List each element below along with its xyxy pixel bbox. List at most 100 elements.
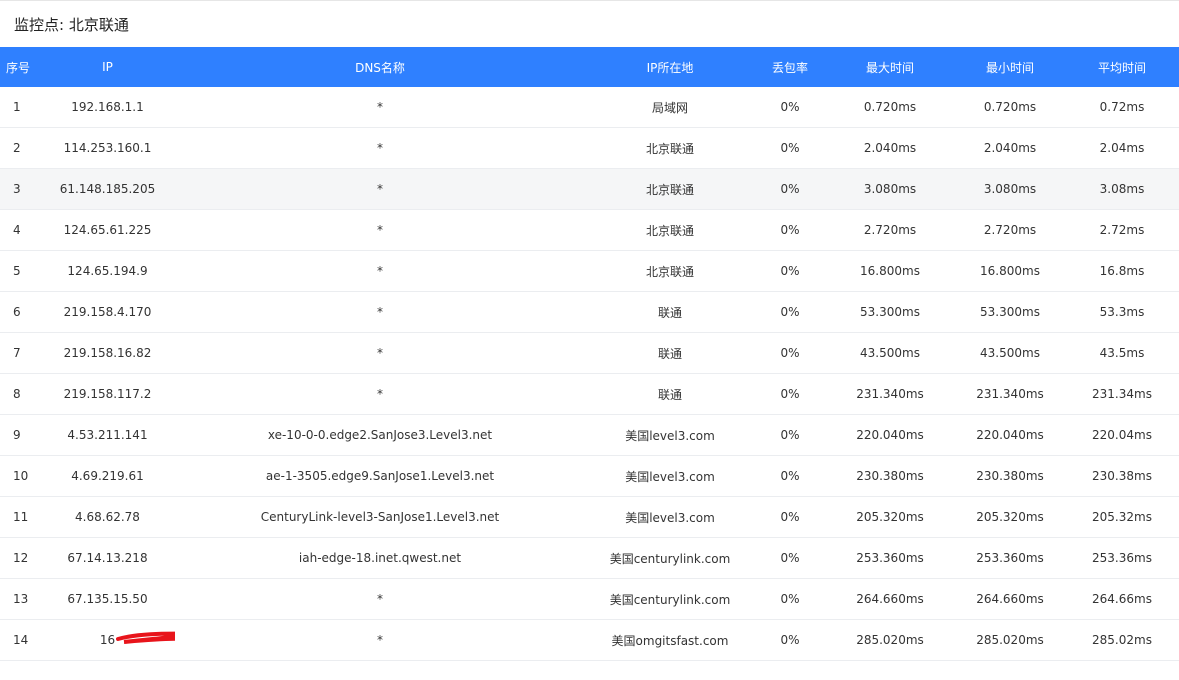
min-time-cell: 2.720ms (955, 209, 1065, 251)
ip-cell: 67.14.13.218 (40, 537, 175, 579)
column-header-ip: IP (40, 47, 175, 87)
min-time-cell: 285.020ms (955, 619, 1065, 661)
dns-cell: * (175, 291, 585, 333)
loss-cell: 0% (755, 87, 825, 128)
avg-time-cell: 0.72ms (1065, 87, 1179, 128)
loss-cell: 0% (755, 537, 825, 579)
hop-cell: 1 (0, 87, 40, 128)
dns-cell: * (175, 87, 585, 128)
loss-cell: 0% (755, 209, 825, 251)
ip-cell: 16 (40, 619, 175, 661)
min-time-cell: 220.040ms (955, 414, 1065, 456)
avg-time-cell: 264.66ms (1065, 578, 1179, 620)
table-row: 14 16 * 美国omgitsfast.com 0% 285.020ms 285.020m… (0, 619, 1179, 661)
location-cell: 联通 (585, 332, 755, 374)
dns-cell: * (175, 373, 585, 415)
redaction-scribble-icon (115, 631, 175, 644)
table-row: 3 61.148.185.205 * 北京联通 0% 3.080ms 3.080ms 3.08… (0, 168, 1179, 210)
column-header-hop: 序号 (0, 47, 40, 87)
location-cell: 美国centurylink.com (585, 578, 755, 620)
column-header-max-time: 最大时间 (825, 47, 955, 87)
column-header-location: IP所在地 (585, 47, 755, 87)
location-cell: 美国level3.com (585, 455, 755, 497)
min-time-cell: 230.380ms (955, 455, 1065, 497)
avg-time-cell: 231.34ms (1065, 373, 1179, 415)
hop-cell: 12 (0, 537, 40, 579)
hop-cell: 11 (0, 496, 40, 538)
avg-time-cell: 220.04ms (1065, 414, 1179, 456)
dns-cell: iah-edge-18.inet.qwest.net (175, 537, 585, 579)
min-time-cell: 205.320ms (955, 496, 1065, 538)
min-time-cell: 253.360ms (955, 537, 1065, 579)
traceroute-table: 序号 IP DNS名称 IP所在地 丢包率 最大时间 最小时间 平均时间 1 1 9… (0, 47, 1179, 661)
ip-cell: 219.158.117.2 (40, 373, 175, 415)
avg-time-cell: 2.04ms (1065, 127, 1179, 169)
avg-time-cell: 43.5ms (1065, 332, 1179, 374)
loss-cell: 0% (755, 414, 825, 456)
column-header-dns: DNS名称 (175, 47, 585, 87)
dns-cell: * (175, 250, 585, 292)
ip-cell: 4.69.219.61 (40, 455, 175, 497)
hop-cell: 8 (0, 373, 40, 415)
table-row: 8 219.158.117.2 * 联通 0% 231.340ms 231.340ms 231… (0, 373, 1179, 415)
loss-cell: 0% (755, 455, 825, 497)
hop-cell: 3 (0, 168, 40, 210)
min-time-cell: 2.040ms (955, 127, 1065, 169)
min-time-cell: 0.720ms (955, 87, 1065, 128)
avg-time-cell: 205.32ms (1065, 496, 1179, 538)
max-time-cell: 230.380ms (825, 455, 955, 497)
location-cell: 美国centurylink.com (585, 537, 755, 579)
min-time-cell: 264.660ms (955, 578, 1065, 620)
ip-cell: 219.158.4.170 (40, 291, 175, 333)
dns-cell: * (175, 127, 585, 169)
loss-cell: 0% (755, 619, 825, 661)
min-time-cell: 43.500ms (955, 332, 1065, 374)
ip-cell: 4.68.62.78 (40, 496, 175, 538)
table-header-row: 序号 IP DNS名称 IP所在地 丢包率 最大时间 最小时间 平均时间 (0, 47, 1179, 87)
ip-cell: 4.53.211.141 (40, 414, 175, 456)
dns-cell: ae-1-3505.edge9.SanJose1.Level3.net (175, 455, 585, 497)
max-time-cell: 220.040ms (825, 414, 955, 456)
max-time-cell: 2.040ms (825, 127, 955, 169)
max-time-cell: 3.080ms (825, 168, 955, 210)
dns-cell: * (175, 209, 585, 251)
ip-cell: 219.158.16.82 (40, 332, 175, 374)
loss-cell: 0% (755, 127, 825, 169)
table-row: 12 67.14.13.218 iah-edge-18.inet.qwest.net… (0, 537, 1179, 579)
avg-time-cell: 2.72ms (1065, 209, 1179, 251)
ip-cell: 124.65.61.225 (40, 209, 175, 251)
max-time-cell: 16.800ms (825, 250, 955, 292)
location-cell: 美国level3.com (585, 496, 755, 538)
hop-cell: 7 (0, 332, 40, 374)
ip-cell: 124.65.194.9 (40, 250, 175, 292)
table-row: 13 67.135.15.50 * 美国centurylink.com 0% 264.66… (0, 578, 1179, 620)
loss-cell: 0% (755, 578, 825, 620)
location-cell: 美国omgitsfast.com (585, 619, 755, 661)
table-row: 1 192.168.1.1 * 局域网 0% 0.720ms 0.720ms 0.72ms (0, 87, 1179, 128)
min-time-cell: 231.340ms (955, 373, 1065, 415)
min-time-cell: 16.800ms (955, 250, 1065, 292)
dns-cell: * (175, 578, 585, 620)
dns-cell: CenturyLink-level3-SanJose1.Level3.net (175, 496, 585, 538)
loss-cell: 0% (755, 291, 825, 333)
dns-cell: * (175, 619, 585, 661)
max-time-cell: 285.020ms (825, 619, 955, 661)
column-header-loss: 丢包率 (755, 47, 825, 87)
dns-cell: xe-10-0-0.edge2.SanJose3.Level3.net (175, 414, 585, 456)
max-time-cell: 2.720ms (825, 209, 955, 251)
hop-cell: 6 (0, 291, 40, 333)
avg-time-cell: 53.3ms (1065, 291, 1179, 333)
location-cell: 局域网 (585, 87, 755, 128)
hop-cell: 14 (0, 619, 40, 661)
hop-cell: 9 (0, 414, 40, 456)
table-row: 9 4.53.211.141 xe-10-0-0.edge2.SanJose3.Le… (0, 414, 1179, 456)
location-cell: 北京联通 (585, 209, 755, 251)
max-time-cell: 43.500ms (825, 332, 955, 374)
hop-cell: 10 (0, 455, 40, 497)
hop-cell: 13 (0, 578, 40, 620)
loss-cell: 0% (755, 168, 825, 210)
hop-cell: 4 (0, 209, 40, 251)
min-time-cell: 3.080ms (955, 168, 1065, 210)
min-time-cell: 53.300ms (955, 291, 1065, 333)
loss-cell: 0% (755, 496, 825, 538)
